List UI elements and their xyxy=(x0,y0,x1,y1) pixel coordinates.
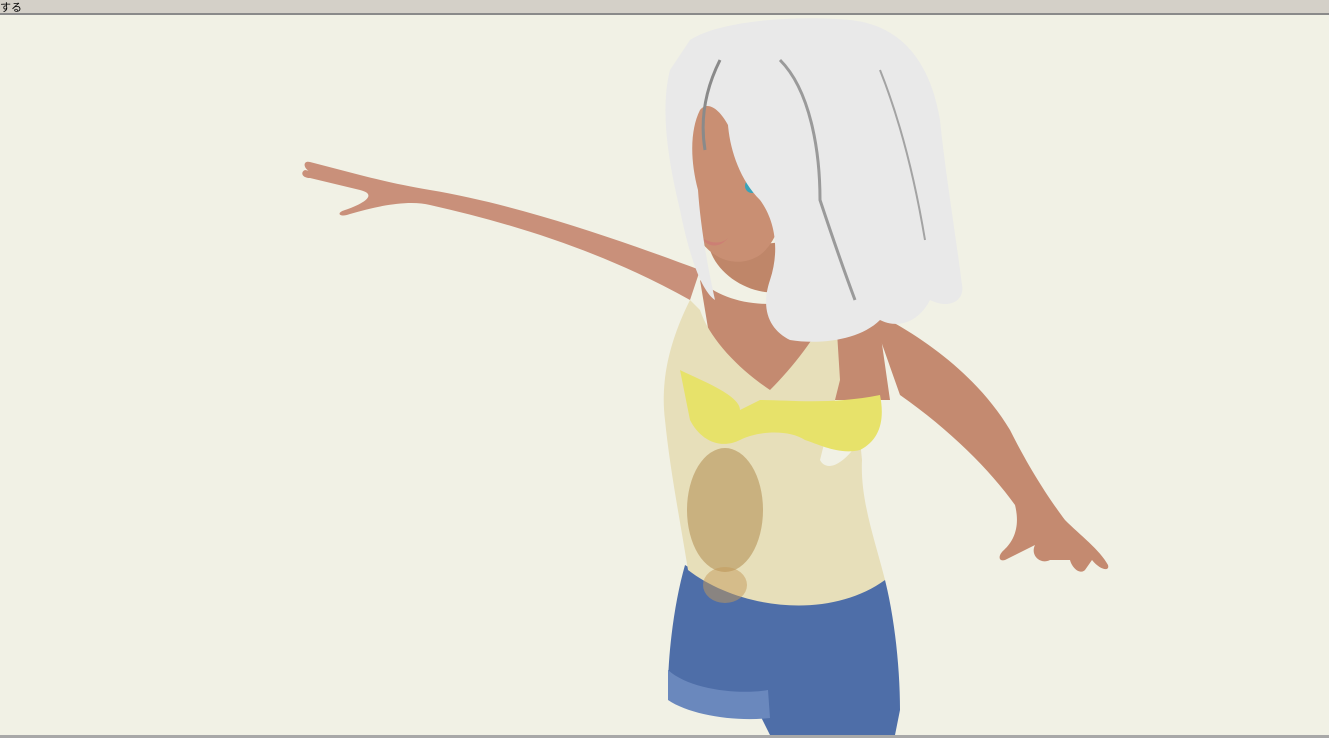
window-title-bar: する xyxy=(0,0,1329,15)
character-render xyxy=(302,18,1109,735)
shirt-print xyxy=(687,448,763,572)
window-title-text: する xyxy=(0,1,22,14)
left-arm xyxy=(302,161,700,300)
shirt-print-detail xyxy=(703,567,747,603)
3d-viewport[interactable] xyxy=(0,17,1329,735)
right-arm xyxy=(870,310,1109,572)
